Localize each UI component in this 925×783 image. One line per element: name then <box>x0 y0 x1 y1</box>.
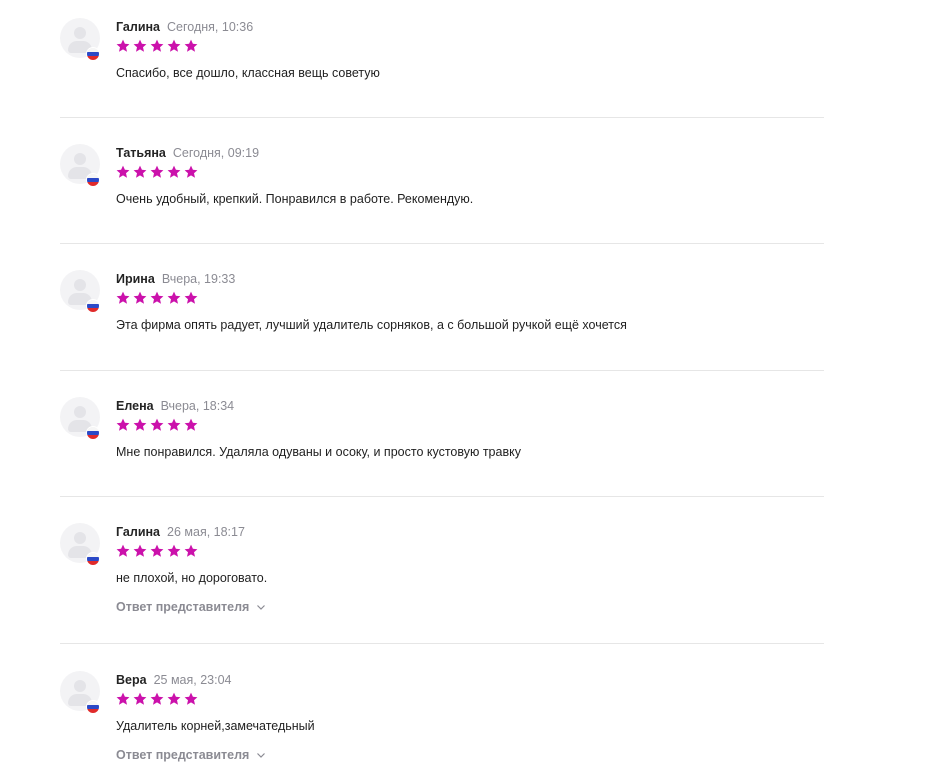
star-icon <box>133 692 147 705</box>
review-item: Галина Сегодня, 10:36 Спасибо, все дошло,… <box>60 0 824 118</box>
star-icon <box>116 39 130 52</box>
reviews-list: Галина Сегодня, 10:36 Спасибо, все дошло,… <box>60 0 824 783</box>
review-author[interactable]: Ирина <box>116 272 155 286</box>
rating-stars <box>116 165 473 179</box>
user-avatar-icon[interactable] <box>60 671 100 714</box>
review-author[interactable]: Елена <box>116 399 154 413</box>
review-date: Вчера, 19:33 <box>161 272 236 286</box>
review-date: Сегодня, 09:19 <box>172 146 260 160</box>
star-icon <box>167 39 181 52</box>
russia-flag-icon <box>86 426 100 440</box>
russia-flag-icon <box>86 173 100 187</box>
rating-stars <box>116 39 380 53</box>
star-icon <box>150 544 164 557</box>
rating-stars <box>116 692 315 706</box>
star-icon <box>133 291 147 304</box>
star-icon <box>184 544 198 557</box>
review-text: Мне понравился. Удаляла одуваны и осоку,… <box>116 445 521 459</box>
russia-flag-icon <box>86 47 100 61</box>
review-date: 25 мая, 23:04 <box>153 673 232 687</box>
review-item: Галина 26 мая, 18:17 не плохой, но дорого… <box>60 497 824 644</box>
rating-stars <box>116 291 627 305</box>
star-icon <box>133 544 147 557</box>
review-date: 26 мая, 18:17 <box>167 525 245 539</box>
star-icon <box>184 165 198 178</box>
russia-flag-icon <box>86 700 100 714</box>
star-icon <box>184 692 198 705</box>
representative-reply-toggle[interactable]: Ответ представителя <box>116 748 266 762</box>
user-avatar-icon[interactable] <box>60 397 100 440</box>
review-date: Сегодня, 10:36 <box>167 20 254 34</box>
star-icon <box>150 692 164 705</box>
star-icon <box>133 165 147 178</box>
review-author[interactable]: Галина <box>116 20 160 34</box>
rating-stars <box>116 544 267 558</box>
star-icon <box>116 165 130 178</box>
star-icon <box>167 544 181 557</box>
review-author[interactable]: Татьяна <box>116 146 166 160</box>
star-icon <box>116 418 130 431</box>
russia-flag-icon <box>86 299 100 313</box>
user-avatar-icon[interactable] <box>60 270 100 313</box>
user-avatar-icon[interactable] <box>60 523 100 566</box>
star-icon <box>150 165 164 178</box>
user-avatar-icon[interactable] <box>60 18 100 61</box>
chevron-down-icon <box>257 605 266 610</box>
review-item: Елена Вчера, 18:34 Мне понравился. Удалял… <box>60 371 824 497</box>
star-icon <box>167 165 181 178</box>
star-icon <box>184 291 198 304</box>
review-text: Спасибо, все дошло, классная вещь совету… <box>116 66 380 80</box>
review-item: Татьяна Сегодня, 09:19 Очень удобный, кре… <box>60 118 824 244</box>
star-icon <box>116 291 130 304</box>
russia-flag-icon <box>86 552 100 566</box>
star-icon <box>184 39 198 52</box>
rating-stars <box>116 418 521 432</box>
star-icon <box>184 418 198 431</box>
star-icon <box>150 39 164 52</box>
representative-reply-toggle[interactable]: Ответ представителя <box>116 600 266 614</box>
star-icon <box>150 291 164 304</box>
review-author[interactable]: Вера <box>116 673 147 687</box>
representative-reply-label: Ответ представителя <box>116 600 250 614</box>
review-item: Ирина Вчера, 19:33 Эта фирма опять радует… <box>60 244 824 371</box>
star-icon <box>167 291 181 304</box>
review-author[interactable]: Галина <box>116 525 160 539</box>
star-icon <box>116 692 130 705</box>
review-text: Эта фирма опять радует, лучший удалитель… <box>116 318 627 332</box>
review-item: Вера 25 мая, 23:04 Удалитель корней,замеч… <box>60 644 824 783</box>
user-avatar-icon[interactable] <box>60 144 100 187</box>
review-date: Вчера, 18:34 <box>160 399 235 413</box>
review-text: Удалитель корней,замечатедьный <box>116 719 315 733</box>
review-text: не плохой, но дороговато. <box>116 571 268 585</box>
review-text: Очень удобный, крепкий. Понравился в раб… <box>116 192 474 206</box>
star-icon <box>133 418 147 431</box>
star-icon <box>133 39 147 52</box>
representative-reply-label: Ответ представителя <box>116 748 250 762</box>
star-icon <box>167 418 181 431</box>
star-icon <box>167 692 181 705</box>
star-icon <box>150 418 164 431</box>
chevron-down-icon <box>257 753 266 758</box>
star-icon <box>116 544 130 557</box>
